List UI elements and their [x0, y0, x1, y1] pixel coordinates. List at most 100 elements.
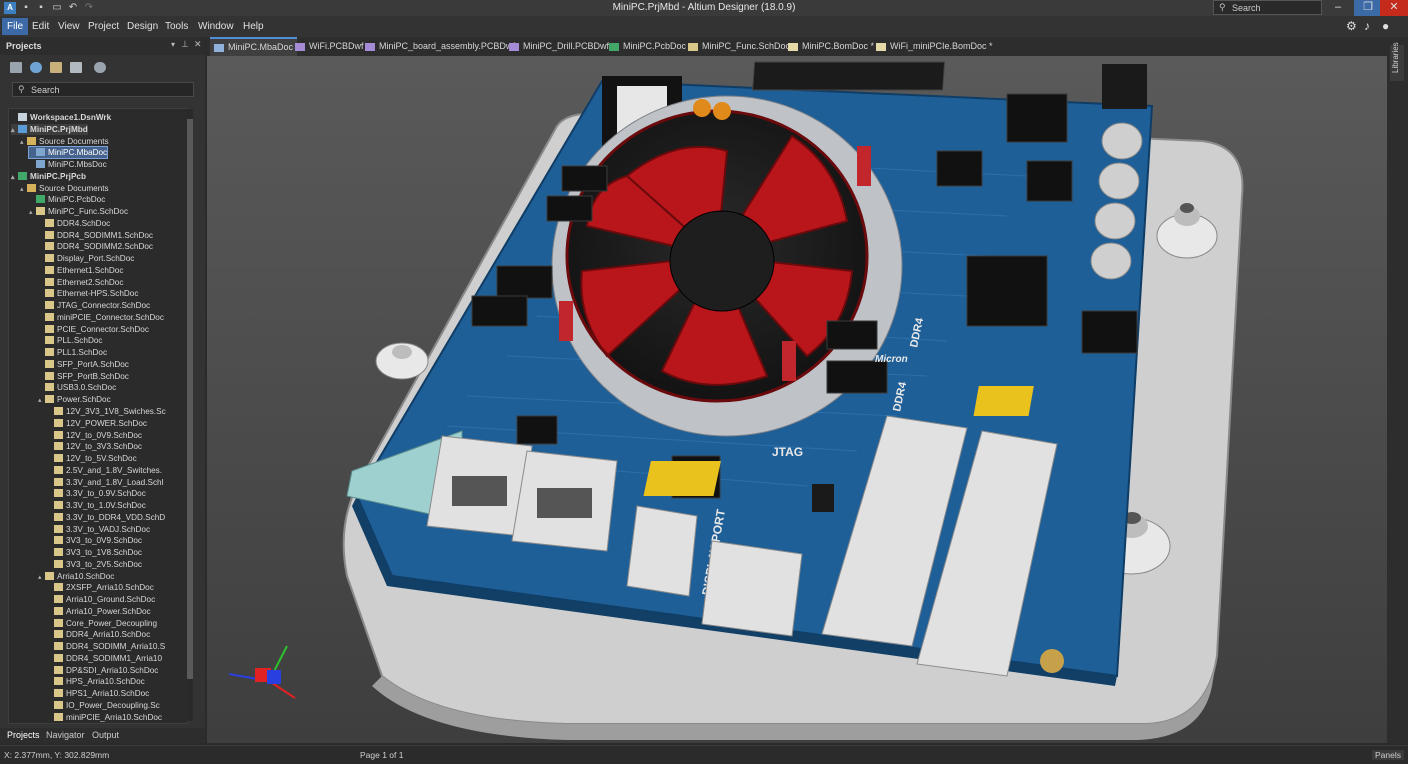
tree-node[interactable]: Arria10_Power.SchDoc: [47, 606, 151, 617]
tree-node[interactable]: DDR4_SODIMM1.SchDoc: [38, 230, 153, 241]
tree-node[interactable]: PLL.SchDoc: [38, 335, 103, 346]
menu-file[interactable]: File: [2, 18, 29, 35]
tree-node[interactable]: PLL1.SchDoc: [38, 347, 107, 358]
libraries-tab[interactable]: Libraries: [1390, 42, 1404, 81]
tree-node[interactable]: HPS_Arria10.SchDoc: [47, 676, 145, 687]
tree-node[interactable]: Workspace1.DsnWrk: [11, 112, 111, 123]
tree-node[interactable]: miniPCIE_Connector.SchDoc: [38, 312, 164, 323]
expand-toggle-icon[interactable]: ▴: [38, 395, 45, 406]
expand-toggle-icon[interactable]: ▴: [20, 137, 27, 148]
tree-node[interactable]: MiniPC.MbaDoc: [27, 146, 109, 160]
tree-node[interactable]: 3.3V_to_0.9V.SchDoc: [47, 488, 146, 499]
tree-node[interactable]: MiniPC.MbsDoc: [29, 159, 107, 170]
tree-node[interactable]: DDR4_Arria10.SchDoc: [47, 629, 150, 640]
panel-menu-icon[interactable]: ▾: [171, 40, 175, 49]
tab-miniPC-bomdoc[interactable]: MiniPC.BomDoc *: [784, 39, 878, 54]
tree-node[interactable]: 3V3_to_1V8.SchDoc: [47, 547, 142, 558]
tree-node[interactable]: 12V_3V3_1V8_Swiches.Sc: [47, 406, 166, 417]
tree-node[interactable]: Ethernet-HPS.SchDoc: [38, 288, 138, 299]
tree-node[interactable]: miniPCIE_Arria10.SchDoc: [47, 712, 162, 723]
tree-node[interactable]: Arria10_Ground.SchDoc: [47, 594, 155, 605]
tree-node[interactable]: MiniPC.PcbDoc: [29, 194, 105, 205]
tree-node[interactable]: ▴ Power.SchDoc: [38, 394, 111, 405]
expand-toggle-icon[interactable]: ▴: [38, 572, 45, 583]
tab-wifi-minipcie-bomdoc[interactable]: WiFi_miniPCIe.BomDoc *: [872, 39, 997, 54]
tree-node[interactable]: 3V3_to_0V9.SchDoc: [47, 535, 142, 546]
tree-node[interactable]: SFP_PortA.SchDoc: [38, 359, 129, 370]
tree-node[interactable]: ▴ Arria10.SchDoc: [38, 571, 114, 582]
tree-node[interactable]: 3.3V_to_1.0V.SchDoc: [47, 500, 146, 511]
gear-icon[interactable]: ⚙: [1346, 19, 1357, 33]
tree-node[interactable]: 2XSFP_Arria10.SchDoc: [47, 582, 154, 593]
panel-close-icon[interactable]: ✕: [194, 39, 202, 50]
tree-node[interactable]: DDR4_SODIMM_Arria10.S: [47, 641, 165, 652]
tree-node[interactable]: Display_Port.SchDoc: [38, 253, 134, 264]
expand-toggle-icon[interactable]: ▴: [11, 172, 18, 183]
notification-bell-icon[interactable]: ♪: [1364, 19, 1370, 33]
pin-icon[interactable]: ⊥: [181, 39, 189, 50]
tree-node[interactable]: DP&SDI_Arria10.SchDoc: [47, 665, 158, 676]
window-search-input[interactable]: ⚲ Search: [1213, 0, 1322, 15]
tab-projects[interactable]: Projects: [7, 730, 40, 740]
restore-button[interactable]: ❐: [1354, 0, 1382, 16]
tree-node[interactable]: 12V_to_3V3.SchDoc: [47, 441, 142, 452]
tree-node[interactable]: 2.5V_and_1.8V_Switches.: [47, 465, 162, 476]
tree-node[interactable]: JTAG_Connector.SchDoc: [38, 300, 150, 311]
tree-node[interactable]: ▴ Source Documents: [20, 183, 109, 194]
expand-toggle-icon[interactable]: ▴: [20, 184, 27, 195]
user-account-icon[interactable]: ●: [1382, 19, 1389, 33]
tree-node[interactable]: 12V_POWER.SchDoc: [47, 418, 147, 429]
tree-node[interactable]: 12V_to_5V.SchDoc: [47, 453, 137, 464]
save-project-icon[interactable]: [10, 62, 22, 73]
tree-node[interactable]: USB3.0.SchDoc: [38, 382, 116, 393]
panels-button[interactable]: Panels: [1372, 750, 1404, 760]
tree-node[interactable]: 3.3V_to_VADJ.SchDoc: [47, 524, 150, 535]
settings-gear-icon[interactable]: [94, 62, 106, 73]
close-project-icon[interactable]: [70, 62, 82, 73]
libraries-side-panel[interactable]: Libraries: [1387, 37, 1408, 743]
menu-design[interactable]: Design: [122, 18, 163, 35]
tab-wifi-pcbdwf[interactable]: WiFi.PCBDwf: [291, 39, 368, 54]
tree-node[interactable]: SFP_PortB.SchDoc: [38, 371, 129, 382]
tree-node[interactable]: IO_Power_Decoupling.Sc: [47, 700, 160, 711]
tree-node[interactable]: Ethernet2.SchDoc: [38, 277, 123, 288]
tree-node[interactable]: Ethernet1.SchDoc: [38, 265, 123, 276]
tree-node[interactable]: DDR4.SchDoc: [38, 218, 110, 229]
tree-node[interactable]: DDR4_SODIMM1_Arria10: [47, 653, 162, 664]
refresh-icon[interactable]: [30, 62, 42, 73]
tree-node[interactable]: DDR4_SODIMM2.SchDoc: [38, 241, 153, 252]
expand-toggle-icon[interactable]: ▴: [29, 207, 36, 218]
tree-scrollbar[interactable]: [187, 109, 193, 721]
tree-node[interactable]: 3V3_to_2V5.SchDoc: [47, 559, 142, 570]
tree-node[interactable]: ▴ Source Documents: [20, 136, 109, 147]
tree-node[interactable]: 12V_to_0V9.SchDoc: [47, 430, 142, 441]
tree-node[interactable]: 3.3V_to_DDR4_VDD.SchD: [47, 512, 165, 523]
tree-node[interactable]: ▴ MiniPC_Func.SchDoc: [29, 206, 128, 217]
minimize-button[interactable]: –: [1324, 0, 1352, 16]
tree-node[interactable]: PCIE_Connector.SchDoc: [38, 324, 149, 335]
menu-help[interactable]: Help: [238, 18, 269, 35]
tree-node[interactable]: ▴ MiniPC.PrjPcb: [11, 171, 86, 182]
tab-output[interactable]: Output: [92, 730, 119, 740]
projects-search-input[interactable]: ⚲ Search: [12, 82, 194, 97]
close-button[interactable]: ✕: [1380, 0, 1408, 16]
tree-node[interactable]: HPS1_Arria10.SchDoc: [47, 688, 149, 699]
menu-edit[interactable]: Edit: [27, 18, 54, 35]
menu-tools[interactable]: Tools: [160, 18, 193, 35]
3d-board-viewport[interactable]: JTAG DISPLAY PORT DDR4 DDR4 Micron: [207, 56, 1387, 743]
menu-window[interactable]: Window: [193, 18, 239, 35]
expand-toggle-icon[interactable]: ▴: [11, 125, 18, 136]
tab-board-assembly-pcbdwf[interactable]: MiniPC_board_assembly.PCBDwf: [361, 39, 519, 54]
tab-func-schdoc[interactable]: MiniPC_Func.SchDoc: [684, 39, 794, 54]
menu-project[interactable]: Project: [83, 18, 124, 35]
menu-view[interactable]: View: [53, 18, 85, 35]
tree-scrollbar-thumb[interactable]: [187, 119, 193, 679]
tree-node[interactable]: 3.3V_and_1.8V_Load.Schl: [47, 477, 163, 488]
tree-node[interactable]: Core_Power_Decoupling: [47, 618, 157, 629]
tree-node[interactable]: ▴ MiniPC.PrjMbd: [11, 123, 88, 136]
tab-drill-pcbdwf[interactable]: MiniPC_Drill.PCBDwf: [505, 39, 613, 54]
tab-miniPC-mbadoc[interactable]: MiniPC.MbaDoc: [210, 37, 298, 56]
tab-miniPC-pcbdoc[interactable]: MiniPC.PcbDoc: [605, 39, 690, 54]
tab-navigator[interactable]: Navigator: [46, 730, 85, 740]
open-project-icon[interactable]: [50, 62, 62, 73]
